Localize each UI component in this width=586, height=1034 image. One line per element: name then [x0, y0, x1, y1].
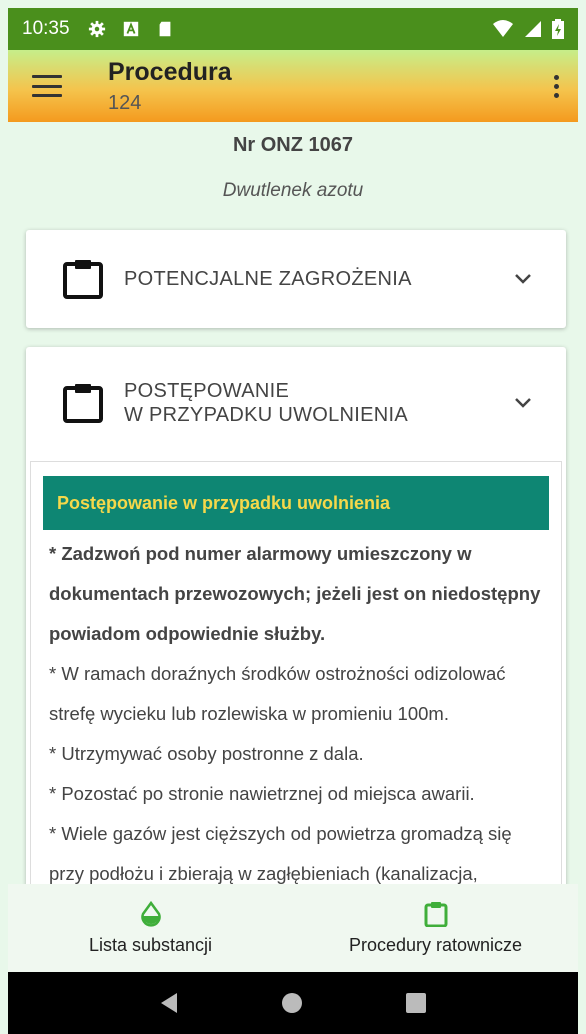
drop-icon: [140, 900, 161, 927]
status-bar: 10:35: [8, 8, 578, 50]
clipboard-icon: [424, 901, 447, 927]
battery-icon: [552, 19, 564, 39]
section-potential-hazards[interactable]: POTENCJALNE ZAGROŻENIA: [26, 230, 566, 328]
page-subtitle: 124: [108, 92, 142, 114]
nav-item-procedures[interactable]: Procedury ratownicze: [293, 884, 578, 972]
hamburger-icon: [32, 75, 62, 97]
nav-label: Procedury ratownicze: [348, 934, 523, 955]
page-title: Procedura: [108, 58, 232, 86]
procedure-panel: Postępowanie w przypadku uwolnienia * Za…: [30, 461, 562, 884]
clipboard-icon: [63, 260, 103, 299]
menu-button[interactable]: [8, 50, 86, 122]
section-title: POTENCJALNE ZAGROŻENIA: [124, 268, 412, 290]
recents-icon[interactable]: [405, 992, 427, 1014]
wifi-icon: [493, 20, 513, 37]
bottom-navigation: Lista substancji Procedury ratownicze: [8, 884, 578, 972]
panel-bold-lead: * Zadzwoń pod numer alarmowy umieszczony…: [49, 543, 541, 644]
status-time: 10:35: [22, 18, 70, 39]
chevron-down-icon[interactable]: [514, 397, 532, 409]
signal-icon: [525, 21, 541, 37]
system-navigation: [8, 972, 578, 1034]
panel-line: * Utrzymywać osoby postronne z dala.: [49, 743, 364, 764]
main-content[interactable]: Nr ONZ 1067 Dwutlenek azotu POTENCJALNE …: [8, 122, 578, 884]
sd-card-icon: [159, 21, 170, 37]
gear-icon: [88, 20, 105, 38]
more-options-button[interactable]: [534, 50, 578, 122]
back-icon[interactable]: [159, 992, 179, 1014]
a-icon: [123, 21, 138, 37]
section-title-line2: W PRZYPADKU UWOLNIENIA: [124, 404, 409, 426]
substance-name: Dwutlenek azotu: [222, 180, 364, 201]
home-icon[interactable]: [281, 992, 303, 1014]
panel-body: * Zadzwoń pod numer alarmowy umieszczony…: [31, 530, 561, 884]
app-bar: Procedura 124: [8, 50, 578, 122]
panel-line: * Wiele gazów jest cięższych od powietrz…: [49, 823, 512, 884]
section-title-line1: POSTĘPOWANIE: [124, 380, 290, 402]
clipboard-icon: [63, 384, 103, 423]
panel-line: * W ramach doraźnych środków ostrożności…: [49, 663, 506, 724]
nav-label: Lista substancji: [88, 934, 213, 955]
chevron-down-icon[interactable]: [514, 273, 532, 285]
panel-heading: Postępowanie w przypadku uwolnienia: [43, 476, 549, 530]
onz-number: Nr ONZ 1067: [232, 134, 354, 156]
section-release-procedure[interactable]: POSTĘPOWANIE W PRZYPADKU UWOLNIENIA Post…: [26, 347, 566, 884]
nav-item-substances[interactable]: Lista substancji: [8, 884, 293, 972]
panel-line: * Pozostać po stronie nawietrznej od mie…: [49, 783, 475, 804]
